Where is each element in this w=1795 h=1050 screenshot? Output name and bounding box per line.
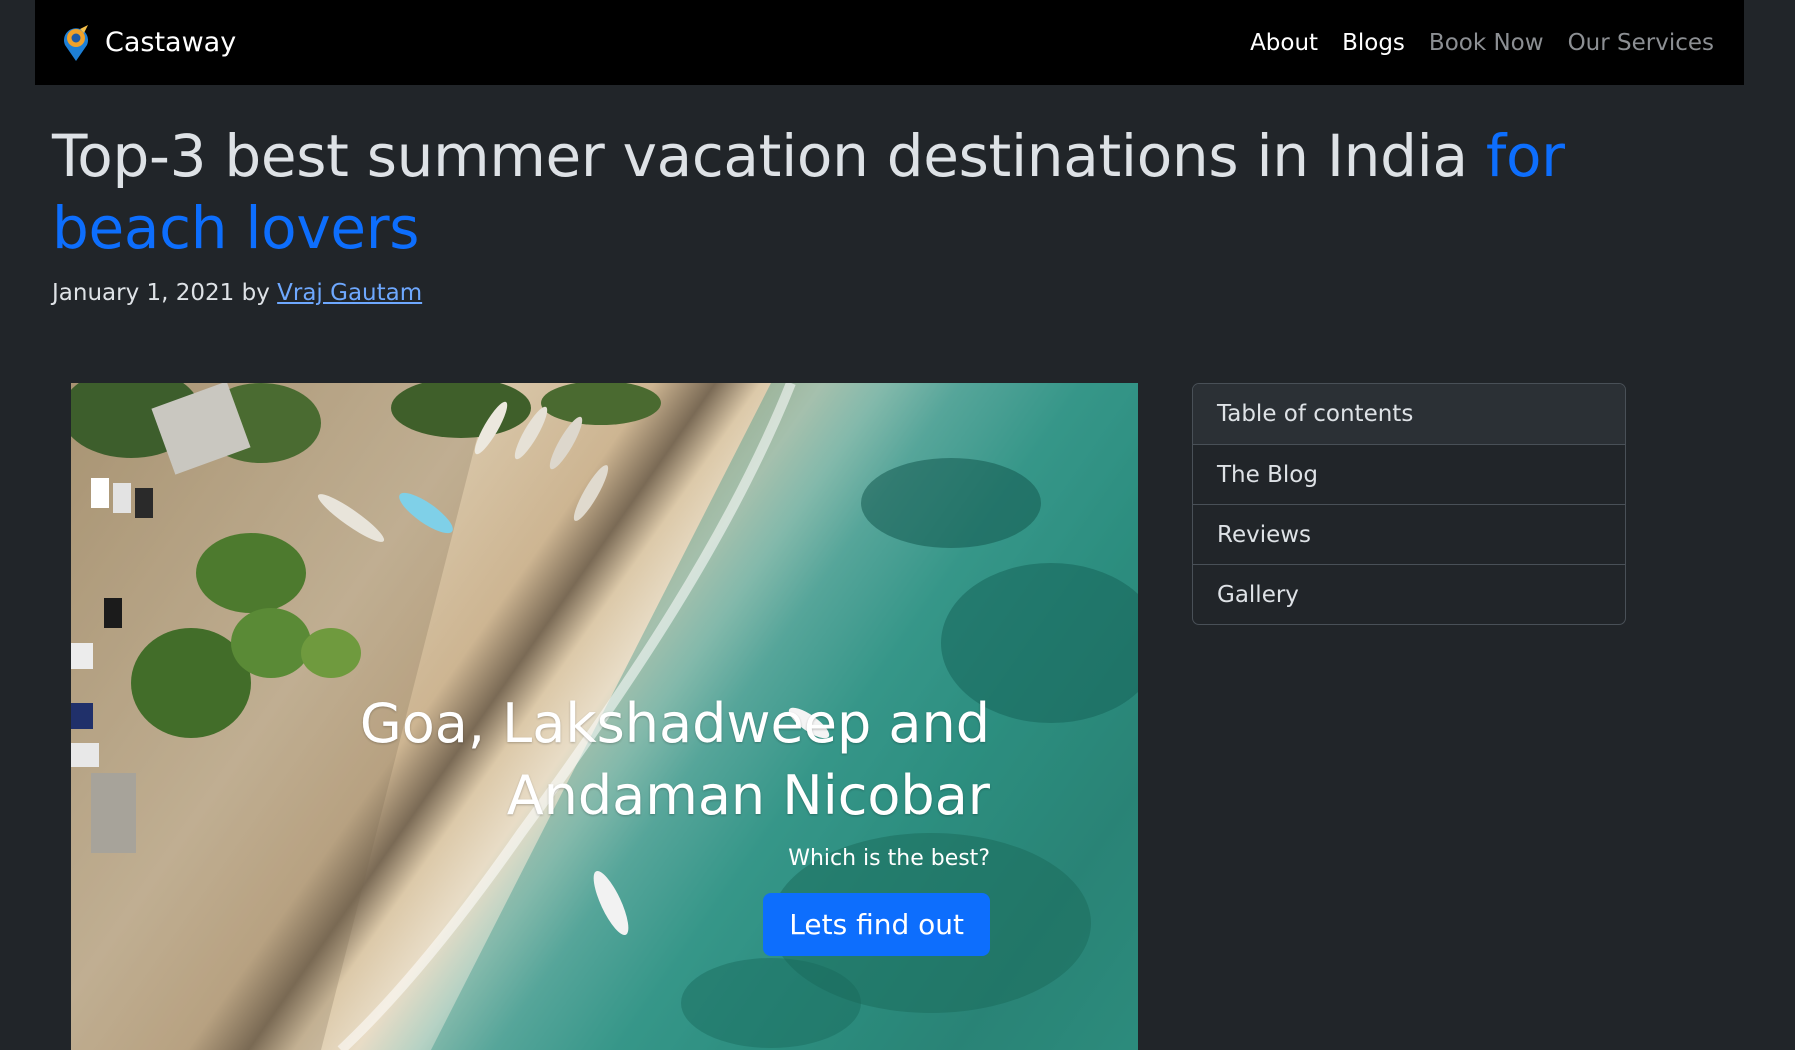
navbar: Castaway About Blogs Book Now Our Servic… [35, 0, 1744, 85]
byline: January 1, 2021 by Vraj Gautam [52, 280, 422, 306]
toc-item-gallery[interactable]: Gallery [1193, 564, 1625, 624]
lets-find-out-button[interactable]: Lets find out [763, 893, 990, 956]
toc-item-the-blog[interactable]: The Blog [1193, 444, 1625, 504]
hero-subheading: Which is the best? [788, 846, 990, 871]
page-title-main: Top-3 best summer vacation destinations … [52, 122, 1486, 190]
hero-heading: Goa, Lakshadweep and Andaman Nicobar [359, 692, 990, 827]
nav-link-blogs[interactable]: Blogs [1342, 30, 1405, 56]
nav-link-our-services[interactable]: Our Services [1568, 30, 1714, 56]
toc-item-reviews[interactable]: Reviews [1193, 504, 1625, 564]
author-link[interactable]: Vraj Gautam [277, 280, 422, 306]
byline-date: January 1, 2021 by [52, 280, 278, 306]
hero-text: Goa, Lakshadweep and Andaman Nicobar Whi… [290, 688, 990, 956]
page-title: Top-3 best summer vacation destinations … [52, 120, 1752, 264]
brand-name: Castaway [105, 27, 237, 58]
brand-link[interactable]: Castaway [60, 23, 236, 63]
toc-header: Table of contents [1193, 384, 1625, 444]
table-of-contents: Table of contents The Blog Reviews Galle… [1192, 383, 1626, 625]
hero-banner: Goa, Lakshadweep and Andaman Nicobar Whi… [71, 383, 1138, 1050]
nav-links: About Blogs Book Now Our Services [1250, 30, 1714, 56]
nav-link-book-now[interactable]: Book Now [1429, 30, 1544, 56]
nav-link-about[interactable]: About [1250, 30, 1318, 56]
castaway-logo-icon [64, 24, 88, 61]
